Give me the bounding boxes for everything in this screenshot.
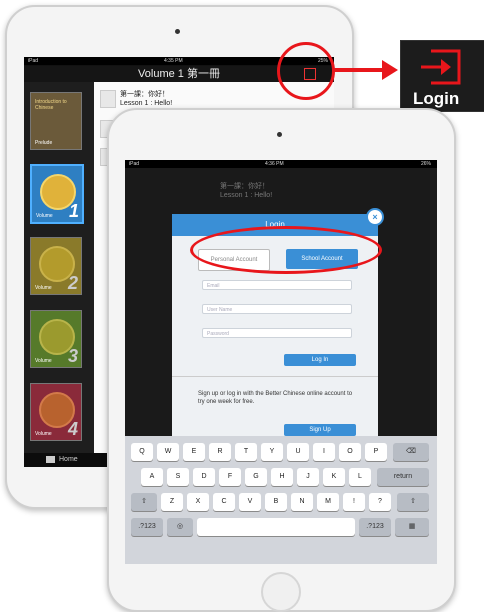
front-camera: [175, 29, 180, 34]
onscreen-keyboard: Q W E R T Y U I O P ⌫ A S D F G H J K L …: [125, 436, 437, 564]
lesson-row-icon: [100, 90, 116, 108]
key-a[interactable]: A: [141, 468, 163, 486]
key-exclamation[interactable]: !: [343, 493, 365, 511]
username-field[interactable]: User Name: [202, 304, 352, 314]
key-o[interactable]: O: [339, 443, 361, 461]
globe-icon[interactable]: ◎: [167, 518, 193, 536]
lesson-title-chinese: 第一課：你好！: [220, 183, 269, 190]
divider: [172, 376, 378, 377]
signup-text: Sign up or log in with the Better Chines…: [198, 391, 353, 405]
book-shelf: Introduction to Chinese Prelude Volume 1…: [24, 82, 94, 467]
book-number: 2: [67, 273, 78, 293]
shift-key[interactable]: ⇧: [131, 493, 157, 511]
key-l[interactable]: L: [349, 468, 371, 486]
key-y[interactable]: Y: [261, 443, 283, 461]
book-volume-4[interactable]: Volume 4: [30, 383, 82, 441]
login-callout: Login: [400, 40, 484, 112]
login-callout-label: Login: [413, 89, 460, 108]
book-label: Volume: [35, 431, 52, 437]
key-u[interactable]: U: [287, 443, 309, 461]
tab-home[interactable]: Home: [59, 453, 78, 467]
home-button[interactable]: [261, 572, 301, 612]
key-n[interactable]: N: [291, 493, 313, 511]
login-button[interactable]: Log In: [284, 354, 356, 366]
front-ipad: iPad 4:36 PM 26% 第一課：你好！ Lesson 1 : Hell…: [107, 108, 456, 612]
book-number: 1: [68, 201, 79, 221]
book-prelude-title: Introduction to Chinese: [35, 99, 67, 111]
key-c[interactable]: C: [213, 493, 235, 511]
highlight-circle-login: [277, 42, 335, 100]
key-z[interactable]: Z: [161, 493, 183, 511]
lesson-title-chinese: 第一課：你好！: [120, 91, 169, 98]
return-key[interactable]: return: [377, 468, 429, 486]
status-battery: 26%: [420, 161, 431, 167]
key-e[interactable]: E: [183, 443, 205, 461]
key-j[interactable]: J: [297, 468, 319, 486]
key-d[interactable]: D: [193, 468, 215, 486]
book-volume-2[interactable]: Volume 2: [30, 237, 82, 295]
key-w[interactable]: W: [157, 443, 179, 461]
key-v[interactable]: V: [239, 493, 261, 511]
key-h[interactable]: H: [271, 468, 293, 486]
key-question[interactable]: ?: [369, 493, 391, 511]
book-number: 3: [67, 346, 78, 366]
key-x[interactable]: X: [187, 493, 209, 511]
book-number: 4: [67, 419, 78, 439]
book-label: Volume: [36, 213, 53, 219]
key-m[interactable]: M: [317, 493, 339, 511]
front-ipad-screen: iPad 4:36 PM 26% 第一課：你好！ Lesson 1 : Hell…: [125, 160, 437, 564]
key-r[interactable]: R: [209, 443, 231, 461]
status-time: 4:35 PM: [164, 58, 183, 64]
key-t[interactable]: T: [235, 443, 257, 461]
numbers-key[interactable]: .?123: [131, 518, 163, 536]
book-prelude[interactable]: Introduction to Chinese Prelude: [30, 92, 82, 150]
status-time: 4:36 PM: [265, 161, 284, 167]
signup-button[interactable]: Sign Up: [284, 424, 356, 436]
book-volume-1[interactable]: Volume 1: [30, 164, 84, 224]
key-q[interactable]: Q: [131, 443, 153, 461]
front-camera: [277, 132, 282, 137]
book-label: Volume: [35, 358, 52, 364]
status-carrier: iPad: [28, 58, 39, 64]
numbers-key-right[interactable]: .?123: [359, 518, 391, 536]
highlight-oval-account-tabs: [190, 226, 382, 274]
close-icon[interactable]: ×: [366, 208, 384, 226]
keyboard-hide-icon[interactable]: ▦: [395, 518, 429, 536]
status-carrier: iPad: [129, 161, 140, 167]
nav-title: Volume 1 第一冊: [138, 68, 220, 80]
status-bar: iPad 4:36 PM 26%: [125, 160, 437, 168]
shift-key-right[interactable]: ⇧: [397, 493, 429, 511]
book-label: Prelude: [35, 140, 53, 146]
key-p[interactable]: P: [365, 443, 387, 461]
key-g[interactable]: G: [245, 468, 267, 486]
book-label: Volume: [35, 285, 52, 291]
key-b[interactable]: B: [265, 493, 287, 511]
space-key[interactable]: [197, 518, 355, 536]
lesson-title[interactable]: 第一課：你好！ Lesson 1 : Hello!: [120, 90, 172, 108]
email-field[interactable]: Email: [202, 280, 352, 290]
arrow-icon: [332, 60, 398, 80]
book-volume-3[interactable]: Volume 3: [30, 310, 82, 368]
password-field[interactable]: Password: [202, 328, 352, 338]
key-f[interactable]: F: [219, 468, 241, 486]
lesson-title-english: Lesson 1 : Hello!: [220, 192, 273, 199]
login-icon: [421, 49, 461, 85]
home-icon[interactable]: [46, 456, 55, 463]
lesson-title-english: Lesson 1 : Hello!: [120, 100, 173, 107]
key-s[interactable]: S: [167, 468, 189, 486]
key-k[interactable]: K: [323, 468, 345, 486]
dimmed-lesson-text: 第一課：你好！ Lesson 1 : Hello!: [220, 182, 272, 200]
key-i[interactable]: I: [313, 443, 335, 461]
backspace-key[interactable]: ⌫: [393, 443, 429, 461]
